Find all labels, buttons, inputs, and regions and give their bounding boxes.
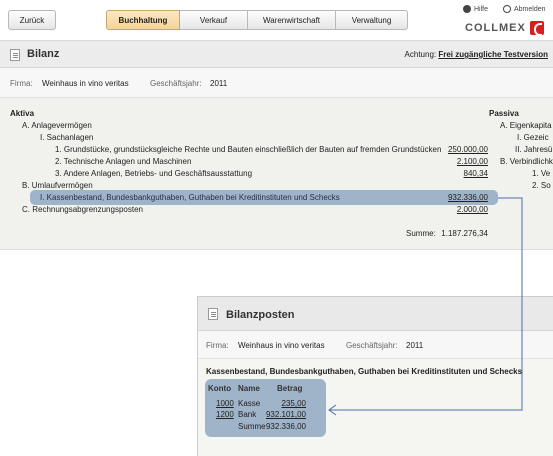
popup-year-label: Geschäftsjahr:	[346, 341, 398, 350]
amount-rechnungsabgrenzung-value[interactable]: 2.000,00	[457, 205, 488, 214]
popup-sum-value: 932.336,00	[265, 422, 306, 431]
passiva-row-eigenkapital: A. Eigenkapita	[500, 121, 552, 130]
help-link[interactable]: Hilfe	[463, 5, 488, 13]
row-sachanlagen: I. Sachanlagen	[40, 133, 94, 142]
amount-grundstuecke-value[interactable]: 250.000,00	[448, 145, 488, 154]
account-name: Kasse	[238, 399, 261, 408]
popup-subtitle: Kassenbestand, Bundesbankguthaben, Gutha…	[206, 367, 523, 376]
passiva-row-so: 2. So	[532, 181, 551, 190]
bilanzposten-popup: Bilanzposten Firma: Weinhaus in vino ver…	[197, 296, 553, 456]
document-icon	[10, 49, 20, 61]
sum-label: Summe:	[406, 229, 436, 238]
amount-technische-anlagen-value[interactable]: 2.100,00	[457, 157, 488, 166]
logout-icon	[503, 5, 511, 13]
page-header: Bilanz Achtung: Frei zugängliche Testver…	[0, 40, 553, 68]
account-name: Bank	[238, 410, 257, 419]
passiva-row-gezeichnet: I. Gezeic	[517, 133, 549, 142]
amount-rechnungsabgrenzung[interactable]: 2.000,00	[457, 205, 488, 214]
row-kassenbestand: I. Kassenbestand, Bundesbankguthaben, Gu…	[40, 193, 340, 202]
amount-grundstuecke[interactable]: 250.000,00	[448, 145, 488, 154]
amount-kassenbestand-value[interactable]: 932.336,00	[448, 193, 488, 202]
tab-buchhaltung[interactable]: Buchhaltung	[106, 10, 180, 30]
firm-label: Firma:	[10, 79, 33, 88]
popup-header: Bilanzposten	[198, 297, 553, 331]
year-label: Geschäftsjahr:	[150, 79, 202, 88]
amount-andere-anlagen[interactable]: 840,34	[464, 169, 488, 178]
amount-technische-anlagen[interactable]: 2.100,00	[457, 157, 488, 166]
row-grundstuecke: 1. Grundstücke, grundstücksgleiche Recht…	[55, 145, 442, 154]
passiva-row-jahresueberschuss: II. Jahresü	[515, 145, 553, 154]
help-label: Hilfe	[474, 5, 489, 13]
tab-warenwirtschaft[interactable]: Warenwirtschaft	[248, 10, 336, 30]
row-andere-anlagen: 3. Andere Anlagen, Betriebs- und Geschäf…	[55, 169, 253, 178]
popup-year-value: 2011	[406, 341, 424, 350]
logout-label: Abmelden	[514, 5, 546, 13]
firm-value: Weinhaus in vino veritas	[42, 79, 129, 88]
firm-info-bar: Firma: Weinhaus in vino veritas Geschäft…	[0, 68, 553, 98]
column-header-betrag: Betrag	[277, 384, 303, 393]
test-version-warning: Achtung: Frei zugängliche Testversion	[405, 50, 548, 59]
page-title: Bilanz	[27, 48, 60, 60]
balance-sheet: Aktiva A. Anlagevermögen I. Sachanlagen …	[0, 98, 553, 250]
account-number-link[interactable]: 1200	[216, 410, 234, 419]
amount-andere-anlagen-value[interactable]: 840,34	[464, 169, 488, 178]
popup-title: Bilanzposten	[226, 309, 295, 321]
top-navigation-bar: Zurück Buchhaltung Verkauf Warenwirtscha…	[0, 0, 553, 40]
sum-value: 1.187.276,34	[441, 229, 488, 238]
logo-mark-icon	[529, 21, 544, 36]
passiva-row-ve: 1. Ve	[532, 169, 551, 178]
row-technische-anlagen: 2. Technische Anlagen und Maschinen	[55, 157, 192, 166]
passiva-heading: Passiva	[489, 109, 519, 118]
popup-account-table: Konto Name Betrag 1000 Kasse 235,00 1200…	[205, 379, 326, 437]
popup-firm-value: Weinhaus in vino veritas	[238, 341, 325, 350]
row-anlagevermoegen: A. Anlagevermögen	[22, 121, 92, 130]
passiva-row-verbindlichkeiten: B. Verbindlichk	[500, 157, 553, 166]
account-number-link[interactable]: 1000	[216, 399, 234, 408]
tab-verwaltung[interactable]: Verwaltung	[336, 10, 408, 30]
help-icon	[463, 5, 471, 13]
popup-sum-label: Summe	[238, 422, 266, 431]
logo-text: COLLMEX	[465, 22, 526, 34]
back-button[interactable]: Zurück	[8, 10, 56, 30]
row-rechnungsabgrenzung: C. Rechnungsabgrenzungsposten	[22, 205, 143, 214]
amount-kassenbestand[interactable]: 932.336,00	[448, 193, 488, 202]
account-amount-link[interactable]: 932.101,00	[266, 410, 306, 419]
popup-firm-label: Firma:	[206, 341, 229, 350]
year-value: 2011	[210, 79, 228, 88]
popup-firm-bar: Firma: Weinhaus in vino veritas Geschäft…	[198, 331, 553, 359]
logout-link[interactable]: Abmelden	[503, 5, 546, 13]
account-amount-link[interactable]: 235,00	[282, 399, 306, 408]
collmex-logo: COLLMEX	[465, 21, 544, 36]
warning-prefix: Achtung:	[404, 50, 437, 59]
test-version-link[interactable]: Frei zugängliche Testversion	[438, 50, 548, 59]
tab-verkauf[interactable]: Verkauf	[180, 10, 248, 30]
popup-document-icon	[208, 308, 218, 320]
column-header-name: Name	[238, 384, 260, 393]
aktiva-heading: Aktiva	[10, 109, 35, 118]
column-header-konto: Konto	[208, 384, 232, 393]
row-umlaufvermoegen: B. Umlaufvermögen	[22, 181, 93, 190]
